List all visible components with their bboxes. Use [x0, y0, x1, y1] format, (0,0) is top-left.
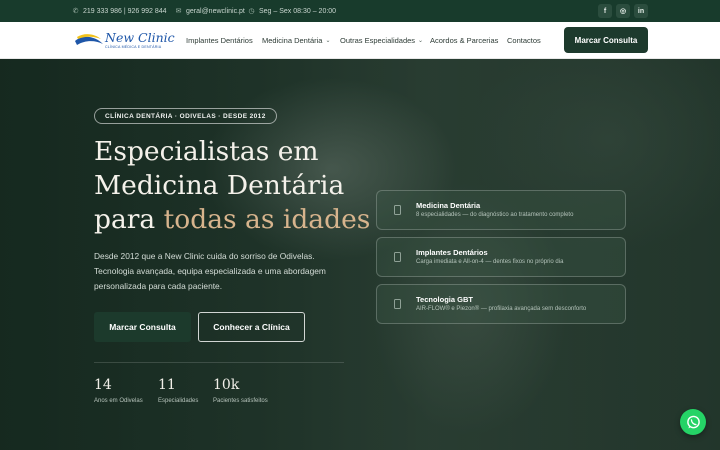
facebook-icon[interactable]: f — [598, 4, 612, 18]
nav-acordos-parcerias[interactable]: Acordos & Parcerias — [430, 22, 498, 59]
card-title: Implantes Dentários — [416, 248, 488, 257]
phone-info[interactable]: ✆ 219 333 986 | 926 992 844 — [72, 0, 167, 22]
whatsapp-icon — [686, 415, 700, 428]
about-clinic-button[interactable]: Conhecer a Clínica — [198, 312, 305, 342]
implant-icon — [394, 252, 401, 262]
book-appointment-button[interactable]: Marcar Consulta — [94, 312, 191, 342]
service-card-tecnologia-gbt[interactable]: Tecnologia GBT AIR-FLOW® e Piezon® — pro… — [376, 284, 626, 324]
service-card-medicina-dentaria[interactable]: Medicina Dentária 8 especialidades — do … — [376, 190, 626, 230]
top-contact-bar: ✆ 219 333 986 | 926 992 844 ✉ geral@newc… — [0, 0, 720, 22]
stat-label: Especialidades — [158, 398, 199, 404]
card-title: Tecnologia GBT — [416, 295, 473, 304]
stat-value: 11 — [158, 377, 176, 393]
card-subtitle: 8 especialidades — do diagnóstico ao tra… — [416, 212, 574, 218]
stats-divider — [94, 362, 344, 363]
headline-line-1: Especialistas em — [94, 136, 319, 167]
whatsapp-button[interactable] — [680, 409, 706, 435]
stat-patients: 10k Pacientes satisfeitos — [213, 377, 268, 404]
nav-outras-especialidades[interactable]: Outras Especialidades ⌄ — [340, 22, 423, 59]
opening-hours: Seg – Sex 08:30 – 20:00 — [259, 7, 337, 15]
headline-accent: todas as idades — [163, 204, 371, 235]
card-title: Medicina Dentária — [416, 201, 481, 210]
headline-line-2: Medicina Dentária — [94, 170, 345, 201]
hours-info: ◷ Seg – Sex 08:30 – 20:00 — [248, 0, 336, 22]
chevron-down-icon: ⌄ — [325, 38, 331, 44]
technology-icon — [394, 299, 401, 309]
nav-contactos[interactable]: Contactos — [507, 22, 541, 59]
new-clinic-logo[interactable]: New Clinic CLÍNICA MÉDICA E DENTÁRIA — [73, 28, 175, 54]
stat-label: Anos em Odivelas — [94, 398, 143, 404]
nav-label: Acordos & Parcerias — [430, 36, 499, 45]
hero-section: CLÍNICA DENTÁRIA · ODIVELAS · DESDE 2012… — [0, 59, 720, 450]
email-address: geral@newclinic.pt — [186, 7, 245, 15]
clock-icon: ◷ — [248, 7, 255, 15]
nav-medicina-dentaria[interactable]: Medicina Dentária ⌄ — [262, 22, 330, 59]
stat-value: 14 — [94, 377, 112, 393]
tooth-icon — [394, 205, 401, 215]
main-navigation: New Clinic CLÍNICA MÉDICA E DENTÁRIA Imp… — [0, 22, 720, 59]
hero-description: Desde 2012 que a New Clinic cuida do sor… — [94, 251, 326, 291]
stat-value: 10k — [213, 377, 240, 393]
card-subtitle: Carga imediata e All-on-4 — dentes fixos… — [416, 259, 564, 265]
nav-implantes-dentarios[interactable]: Implantes Dentários — [186, 22, 253, 59]
facebook-label: f — [603, 7, 607, 15]
headline-line-3: para — [94, 204, 164, 235]
chevron-down-icon: ⌄ — [418, 38, 424, 44]
mail-icon: ✉ — [175, 7, 182, 15]
book-appointment-nav-button[interactable]: Marcar Consulta — [564, 27, 648, 53]
phone-numbers: 219 333 986 | 926 992 844 — [83, 7, 167, 15]
service-card-implantes[interactable]: Implantes Dentários Carga imediata e All… — [376, 237, 626, 277]
stat-label: Pacientes satisfeitos — [213, 398, 268, 404]
nav-label: Contactos — [507, 36, 541, 45]
instagram-label: ◎ — [619, 8, 627, 15]
hero-headline: Especialistas em Medicina Dentária para … — [94, 135, 384, 237]
linkedin-label: in — [637, 7, 645, 15]
email-info[interactable]: ✉ geral@newclinic.pt — [175, 0, 245, 22]
nav-label: Medicina Dentária — [262, 36, 323, 45]
card-subtitle: AIR-FLOW® e Piezon® — profilaxia avançad… — [416, 306, 587, 312]
linkedin-icon[interactable]: in — [634, 4, 648, 18]
nav-label: Outras Especialidades — [340, 36, 416, 45]
instagram-icon[interactable]: ◎ — [616, 4, 630, 18]
stat-specialties: 11 Especialidades — [158, 377, 198, 404]
logo-tagline: CLÍNICA MÉDICA E DENTÁRIA — [105, 45, 162, 49]
phone-icon: ✆ — [72, 7, 79, 15]
nav-label: Implantes Dentários — [186, 36, 253, 45]
stat-years: 14 Anos em Odivelas — [94, 377, 143, 404]
hero-badge: CLÍNICA DENTÁRIA · ODIVELAS · DESDE 2012 — [94, 108, 277, 124]
logo-wordmark: New Clinic — [105, 30, 175, 45]
